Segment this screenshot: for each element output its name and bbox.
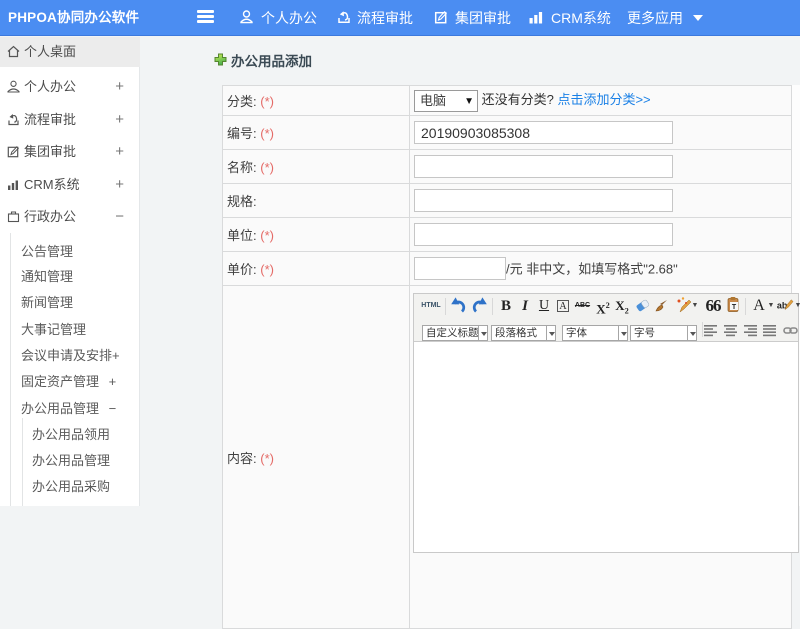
svg-text:ab: ab [777, 301, 788, 311]
svg-text:T: T [732, 304, 737, 311]
